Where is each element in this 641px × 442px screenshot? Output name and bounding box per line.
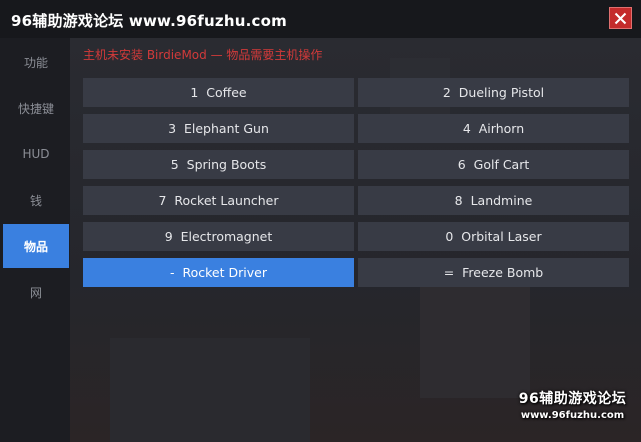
item-button-spring-boots[interactable]: 5 Spring Boots <box>83 150 354 179</box>
watermark-title: 96辅助游戏论坛 <box>518 391 627 407</box>
sidebar-item-hotkeys[interactable]: 快捷键 <box>3 86 69 130</box>
item-button-dueling-pistol[interactable]: 2 Dueling Pistol <box>358 78 629 107</box>
sidebar-item-label: 功能 <box>23 55 48 70</box>
background-shape <box>420 278 530 398</box>
app-window: 96辅助游戏论坛 www.96fuzhu.com 功能 快捷键 HUD 钱 物品… <box>0 0 641 442</box>
watermark: 96辅助游戏论坛 www.96fuzhu.com <box>510 388 635 421</box>
close-button[interactable] <box>609 7 632 29</box>
sidebar: 功能 快捷键 HUD 钱 物品 网 <box>0 38 70 442</box>
sidebar-item-label: 钱 <box>29 193 42 208</box>
item-button-electromagnet[interactable]: 9 Electromagnet <box>83 222 354 251</box>
sidebar-item-label: 网 <box>29 285 42 300</box>
window-title: 96辅助游戏论坛 www.96fuzhu.com <box>11 12 287 30</box>
item-button-landmine[interactable]: 8 Landmine <box>358 186 629 215</box>
item-button-airhorn[interactable]: 4 Airhorn <box>358 114 629 143</box>
item-button-rocket-driver[interactable]: - Rocket Driver <box>83 258 354 287</box>
title-bar: 96辅助游戏论坛 www.96fuzhu.com <box>0 0 641 38</box>
sidebar-item-features[interactable]: 功能 <box>3 40 69 84</box>
item-button-freeze-bomb[interactable]: = Freeze Bomb <box>358 258 629 287</box>
item-button-rocket-launcher[interactable]: 7 Rocket Launcher <box>83 186 354 215</box>
sidebar-item-network[interactable]: 网 <box>3 270 69 314</box>
sidebar-item-hud[interactable]: HUD <box>3 132 69 176</box>
sidebar-item-money[interactable]: 钱 <box>3 178 69 222</box>
sidebar-item-items[interactable]: 物品 <box>3 224 69 268</box>
close-icon <box>614 12 627 24</box>
item-button-elephant-gun[interactable]: 3 Elephant Gun <box>83 114 354 143</box>
item-button-orbital-laser[interactable]: 0 Orbital Laser <box>358 222 629 251</box>
sidebar-item-label: HUD <box>22 147 50 161</box>
item-button-coffee[interactable]: 1 Coffee <box>83 78 354 107</box>
sidebar-item-label: 物品 <box>23 239 48 254</box>
watermark-url: www.96fuzhu.com <box>520 410 625 421</box>
items-panel: 主机未安装 BirdieMod — 物品需要主机操作 1 Coffee 2 Du… <box>70 38 641 442</box>
sidebar-item-label: 快捷键 <box>17 101 54 116</box>
item-button-golf-cart[interactable]: 6 Golf Cart <box>358 150 629 179</box>
host-notice: 主机未安装 BirdieMod — 物品需要主机操作 <box>83 48 323 62</box>
background-shape <box>110 338 310 442</box>
